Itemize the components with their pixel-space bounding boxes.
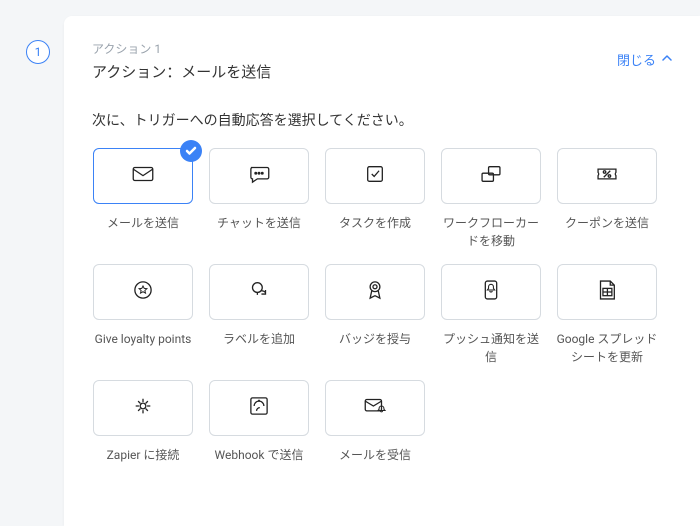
action-cell: チャットを送信 [208, 148, 310, 250]
action-label: ラベルを追加 [207, 330, 311, 366]
action-cell: ラベルを追加 [208, 264, 310, 366]
action-label: チャットを送信 [207, 214, 311, 250]
action-option[interactable] [93, 148, 193, 204]
action-label: Give loyalty points [91, 330, 195, 366]
action-label: Google スプレッドシートを更新 [555, 330, 659, 366]
action-option[interactable] [557, 264, 657, 320]
action-cell: ワークフローカードを移動 [440, 148, 542, 250]
action-option[interactable] [209, 264, 309, 320]
action-grid: メールを送信チャットを送信タスクを作成ワークフローカードを移動クーポンを送信 Gi… [92, 148, 672, 482]
push-notification-icon [478, 277, 504, 307]
header-eyebrow: アクション 1 [92, 40, 271, 57]
chat-icon [246, 161, 272, 191]
step-number: 1 [35, 45, 42, 59]
action-cell: タスクを作成 [324, 148, 426, 250]
action-option[interactable] [209, 380, 309, 436]
receive-mail-icon [362, 393, 388, 423]
action-option[interactable] [325, 264, 425, 320]
action-option[interactable] [441, 264, 541, 320]
action-label: メールを送信 [91, 214, 195, 250]
close-button[interactable]: 閉じる [617, 40, 672, 69]
close-label: 閉じる [617, 50, 656, 69]
label-icon [246, 277, 272, 307]
action-cell: Webhook で送信 [208, 380, 310, 482]
envelope-icon [130, 161, 156, 191]
action-cell: メールを受信 [324, 380, 426, 482]
action-cell: バッジを授与 [324, 264, 426, 366]
action-label: メールを受信 [323, 446, 427, 482]
action-option[interactable] [325, 148, 425, 204]
action-option[interactable] [93, 380, 193, 436]
action-label: ワークフローカードを移動 [439, 214, 543, 250]
prompt-text: 次に、トリガーへの自動応答を選択してください。 [92, 110, 672, 130]
zapier-icon [130, 393, 156, 423]
chevron-up-icon [662, 52, 672, 67]
webhook-icon [246, 393, 272, 423]
action-option[interactable] [441, 148, 541, 204]
action-label: Webhook で送信 [207, 446, 311, 482]
step-indicator: 1 [26, 40, 50, 64]
action-option[interactable] [325, 380, 425, 436]
action-cell: プッシュ通知を送信 [440, 264, 542, 366]
workflow-card-icon [478, 161, 504, 191]
action-label: クーポンを送信 [555, 214, 659, 250]
action-option[interactable] [209, 148, 309, 204]
action-cell: Zapier に接続 [92, 380, 194, 482]
action-option[interactable] [557, 148, 657, 204]
action-cell: メールを送信 [92, 148, 194, 250]
action-cell: Give loyalty points [92, 264, 194, 366]
action-option[interactable] [93, 264, 193, 320]
selected-check-icon [180, 140, 202, 162]
action-label: バッジを授与 [323, 330, 427, 366]
action-label: プッシュ通知を送信 [439, 330, 543, 366]
action-cell: Google スプレッドシートを更新 [556, 264, 658, 366]
coupon-icon [594, 161, 620, 191]
loyalty-points-icon [130, 277, 156, 307]
action-card: アクション 1 アクション：メールを送信 閉じる 次に、トリガーへの自動応答を選… [64, 16, 700, 526]
action-cell: クーポンを送信 [556, 148, 658, 250]
header-title: アクション：メールを送信 [92, 61, 271, 82]
task-icon [362, 161, 388, 191]
spreadsheet-icon [594, 277, 620, 307]
card-header: アクション 1 アクション：メールを送信 閉じる [92, 40, 672, 82]
action-label: タスクを作成 [323, 214, 427, 250]
action-label: Zapier に接続 [91, 446, 195, 482]
badge-icon [362, 277, 388, 307]
